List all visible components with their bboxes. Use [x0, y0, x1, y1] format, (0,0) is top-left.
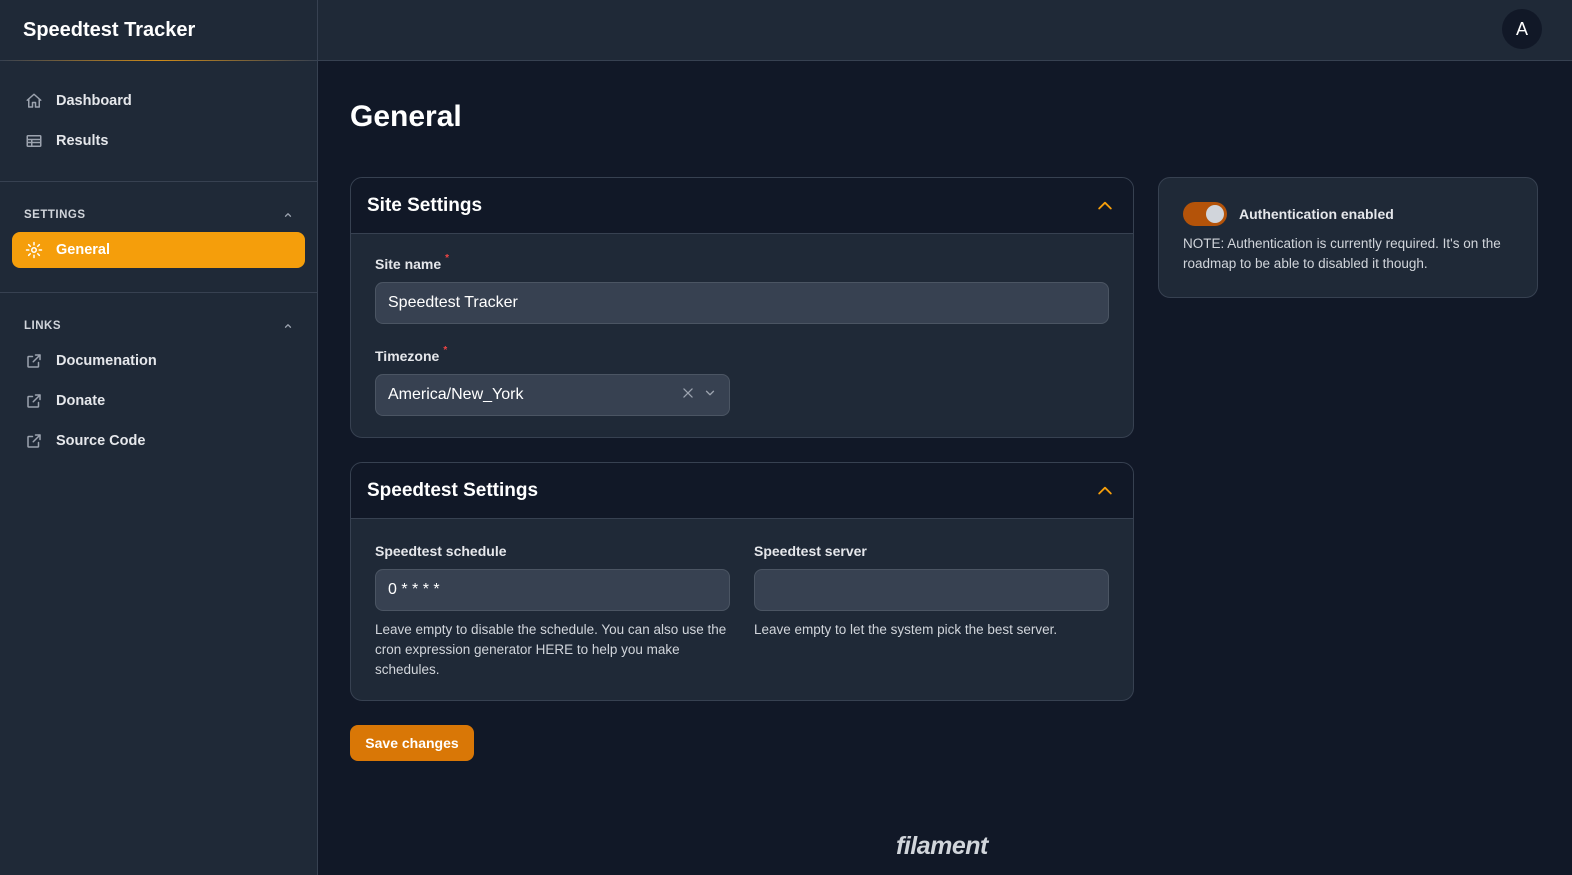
label-text: Timezone: [375, 348, 440, 364]
schedule-field: Speedtest schedule Leave empty to disabl…: [375, 543, 730, 680]
chevron-down-icon[interactable]: [703, 386, 717, 405]
sidebar-item-label: Source Code: [56, 433, 146, 449]
sidebar-item-label: Dashboard: [56, 93, 132, 109]
site-settings-card: Site Settings Site name * Timezone * Ame…: [350, 177, 1134, 438]
card-header: Site Settings: [351, 178, 1133, 234]
site-name-input[interactable]: [375, 282, 1109, 324]
home-icon: [24, 91, 44, 111]
server-label: Speedtest server: [754, 543, 867, 559]
external-link-icon: [24, 351, 44, 371]
sidebar-item-donate[interactable]: Donate: [12, 383, 305, 419]
external-link-icon: [24, 431, 44, 451]
card-title: Speedtest Settings: [367, 479, 539, 501]
sidebar-item-general[interactable]: General: [12, 232, 305, 268]
save-button[interactable]: Save changes: [350, 725, 474, 761]
card-title: Site Settings: [367, 194, 483, 216]
schedule-input[interactable]: [375, 569, 730, 611]
avatar[interactable]: A: [1502, 9, 1542, 49]
site-name-label: Site name *: [375, 253, 450, 272]
sidebar-item-label: Results: [56, 133, 109, 149]
sidebar-item-label: General: [56, 242, 110, 258]
required-mark: *: [443, 345, 448, 356]
filament-logo: filament: [896, 832, 988, 860]
gear-icon: [24, 240, 44, 260]
chevron-up-icon[interactable]: [1093, 479, 1117, 503]
timezone-value: America/New_York: [388, 386, 524, 403]
chevron-up-icon[interactable]: [283, 210, 293, 220]
server-input[interactable]: [754, 569, 1109, 611]
server-help: Leave empty to let the system pick the b…: [754, 622, 1058, 637]
timezone-select[interactable]: America/New_York: [375, 374, 730, 416]
settings-group-header[interactable]: SETTINGS: [12, 204, 305, 226]
links-group-header[interactable]: LINKS: [12, 315, 305, 337]
group-label: LINKS: [24, 320, 61, 332]
label-text: Site name: [375, 256, 442, 272]
authentication-toggle[interactable]: [1183, 202, 1227, 226]
sidebar-item-label: Donate: [56, 393, 106, 409]
required-mark: *: [445, 253, 450, 264]
server-field: Speedtest server Leave empty to let the …: [754, 543, 1109, 680]
sidebar-item-source-code[interactable]: Source Code: [12, 423, 305, 459]
authentication-card: Authentication enabled NOTE: Authenticat…: [1158, 177, 1538, 298]
timezone-label: Timezone *: [375, 345, 448, 364]
schedule-help: Leave empty to disable the schedule. You…: [375, 622, 727, 677]
table-icon: [24, 131, 44, 151]
group-label: SETTINGS: [24, 209, 86, 221]
topbar: A: [318, 0, 1572, 61]
chevron-up-icon[interactable]: [1093, 194, 1117, 218]
authentication-label: Authentication enabled: [1239, 206, 1394, 222]
app-title: Speedtest Tracker: [0, 0, 317, 61]
sidebar: Speedtest Tracker Dashboard Results SETT…: [0, 0, 318, 875]
toggle-knob: [1206, 205, 1224, 223]
sidebar-item-label: Documenation: [56, 353, 157, 369]
schedule-label: Speedtest schedule: [375, 543, 507, 559]
authentication-note: NOTE: Authentication is currently requir…: [1183, 236, 1501, 271]
speedtest-settings-card: Speedtest Settings Speedtest schedule Le…: [350, 462, 1134, 701]
card-header: Speedtest Settings: [351, 463, 1133, 519]
page-title: General: [350, 100, 462, 133]
sidebar-item-documentation[interactable]: Documenation: [12, 343, 305, 379]
sidebar-nav: Dashboard Results SETTINGS General LINKS…: [0, 61, 317, 459]
chevron-up-icon[interactable]: [283, 321, 293, 331]
external-link-icon: [24, 391, 44, 411]
sidebar-item-dashboard[interactable]: Dashboard: [12, 83, 305, 119]
sidebar-item-results[interactable]: Results: [12, 123, 305, 159]
clear-icon[interactable]: [681, 386, 695, 405]
